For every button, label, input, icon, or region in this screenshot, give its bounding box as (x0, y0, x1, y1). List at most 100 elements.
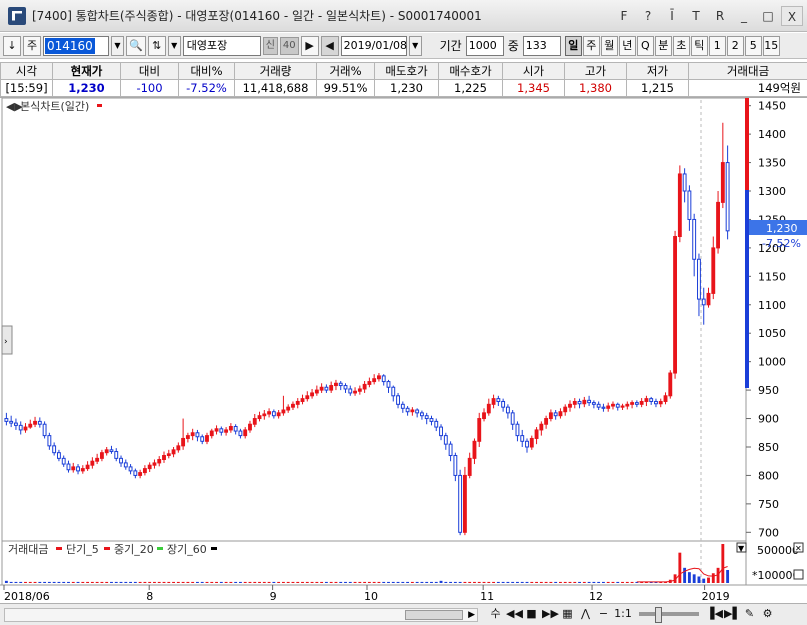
volume-bar (391, 581, 395, 583)
period-button-1[interactable]: 주 (582, 35, 600, 56)
period-input[interactable]: 1000 (465, 35, 504, 56)
volume-bar (100, 581, 104, 583)
volume-bar (291, 581, 295, 583)
font-icon[interactable]: F (613, 6, 635, 26)
scroll-thumb[interactable] (405, 610, 463, 620)
candle-body (243, 429, 248, 437)
candle-body (224, 429, 229, 433)
candle-body (228, 426, 233, 431)
down-arrow-button[interactable]: ↓ (3, 35, 21, 56)
settings-icon[interactable]: ⚙ (760, 606, 775, 622)
volume-bar (95, 581, 99, 583)
volume-bar (4, 580, 8, 583)
date-field[interactable]: 2019/01/08 (340, 35, 407, 56)
next-arrow-button[interactable]: ▶ (300, 35, 319, 56)
volume-pane-expand-icon[interactable] (793, 569, 804, 580)
candle-body (71, 466, 76, 471)
minimize-button[interactable]: _ (733, 6, 755, 26)
forward-icon[interactable]: ▶▶ (542, 606, 559, 622)
period-button-9[interactable]: 2 (726, 35, 744, 56)
period-button-10[interactable]: 5 (744, 35, 762, 56)
close-button[interactable]: X (781, 6, 803, 26)
next-page-icon[interactable]: ▶▌ (724, 606, 741, 622)
candle-body (405, 407, 410, 413)
topmost-icon[interactable]: T (685, 6, 707, 26)
date-dropdown-icon[interactable]: ▼ (408, 35, 422, 56)
period-button-7[interactable]: 틱 (690, 35, 708, 56)
volume-bar (463, 581, 467, 583)
scroll-right-arrow[interactable]: ▶ (468, 609, 475, 621)
period-button-3[interactable]: 년 (618, 35, 636, 56)
count-input[interactable]: 133 (522, 35, 561, 56)
candle-body (510, 412, 515, 425)
sort-icon[interactable]: ⇅ (147, 35, 166, 56)
volume-bar (367, 581, 371, 583)
volume-bar (172, 581, 175, 583)
prev-arrow-button[interactable]: ◀ (320, 35, 339, 56)
candle-body (654, 400, 658, 405)
y-axis: 1450140013501300125012001150110010501000… (746, 100, 786, 539)
candle-body (185, 435, 190, 439)
y-tick-label: 1450 (758, 100, 786, 113)
value-ask: 1,230 (374, 79, 439, 97)
period-button-2[interactable]: 월 (600, 35, 618, 56)
stock-code-input[interactable]: 014160 (43, 35, 109, 56)
candle-body (95, 457, 100, 462)
order-icon[interactable]: 수 (488, 606, 503, 622)
period-button-6[interactable]: 초 (672, 35, 690, 56)
header-volume: 거래량 (234, 62, 317, 80)
header-change-pct: 대비% (178, 62, 235, 80)
candle-body (348, 388, 353, 394)
candle-body (620, 405, 625, 408)
volume-bar (530, 581, 534, 583)
x-tick-label: 11 (480, 590, 494, 603)
candle-body (334, 382, 338, 387)
sort-dropdown-icon[interactable]: ▼ (167, 35, 181, 56)
candle-body (329, 385, 334, 391)
zoom-slider[interactable] (639, 607, 699, 623)
stop-icon[interactable]: ■ (524, 606, 539, 622)
pattern-icon[interactable]: ⋀ (578, 606, 593, 622)
volume-bar (114, 581, 118, 583)
candle-body (544, 418, 549, 425)
period-button-11[interactable]: 15 (762, 35, 780, 56)
stock-name-field[interactable]: 대영포장 (182, 35, 261, 56)
reload-icon[interactable]: R (709, 6, 731, 26)
value-open: 1,345 (502, 79, 565, 97)
price-chart[interactable]: 1450140013501300125012001150110010501000… (0, 97, 807, 604)
grid-icon[interactable]: ▦ (560, 606, 575, 622)
zoom-out-icon[interactable]: − (596, 606, 611, 622)
maximize-button[interactable]: □ (757, 6, 779, 26)
volume-bar (143, 581, 147, 583)
rewind-icon[interactable]: ◀◀ (506, 606, 523, 622)
chart-area[interactable]: 1450 1400 1350 1300 1250 1200 1150 1100 1050 1000… (0, 97, 807, 604)
candle-body (195, 432, 200, 438)
candle-body (166, 453, 171, 457)
period-button-5[interactable]: 분 (654, 35, 672, 56)
period-button-0[interactable]: 일 (564, 35, 582, 56)
volume-bar (449, 581, 453, 583)
first-page-icon[interactable]: ▐◀ (706, 606, 723, 622)
volume-bar (458, 581, 462, 583)
pin-icon[interactable]: Ī (661, 6, 683, 26)
toolbar: ↓ 주 014160 ▼ 🔍 ⇅ ▼ 대영포장 신 40 ▶ ◀ 2019/01… (0, 33, 807, 59)
volume-bar (544, 581, 548, 583)
volume-bar (616, 581, 620, 583)
x-tick-label: 2018/06 (4, 590, 50, 603)
edit-icon[interactable]: ✎ (742, 606, 757, 622)
period-button-8[interactable]: 1 (708, 35, 726, 56)
chart-title: 본식차트(일간) (20, 99, 89, 113)
help-icon[interactable]: ? (637, 6, 659, 26)
volume-bar (281, 581, 285, 583)
volume-bar (305, 581, 309, 583)
credit-tag: 신 (262, 36, 278, 55)
market-select[interactable]: 주 (23, 35, 41, 56)
period-button-4[interactable]: Q (636, 35, 654, 56)
candle-body (458, 474, 463, 533)
volume-bar (358, 581, 362, 583)
volume-bar (707, 577, 710, 583)
search-icon[interactable]: 🔍 (126, 35, 146, 56)
code-dropdown-icon[interactable]: ▼ (111, 35, 124, 56)
candle-body (138, 472, 143, 476)
horizontal-scrollbar[interactable]: ▶ (4, 608, 478, 622)
